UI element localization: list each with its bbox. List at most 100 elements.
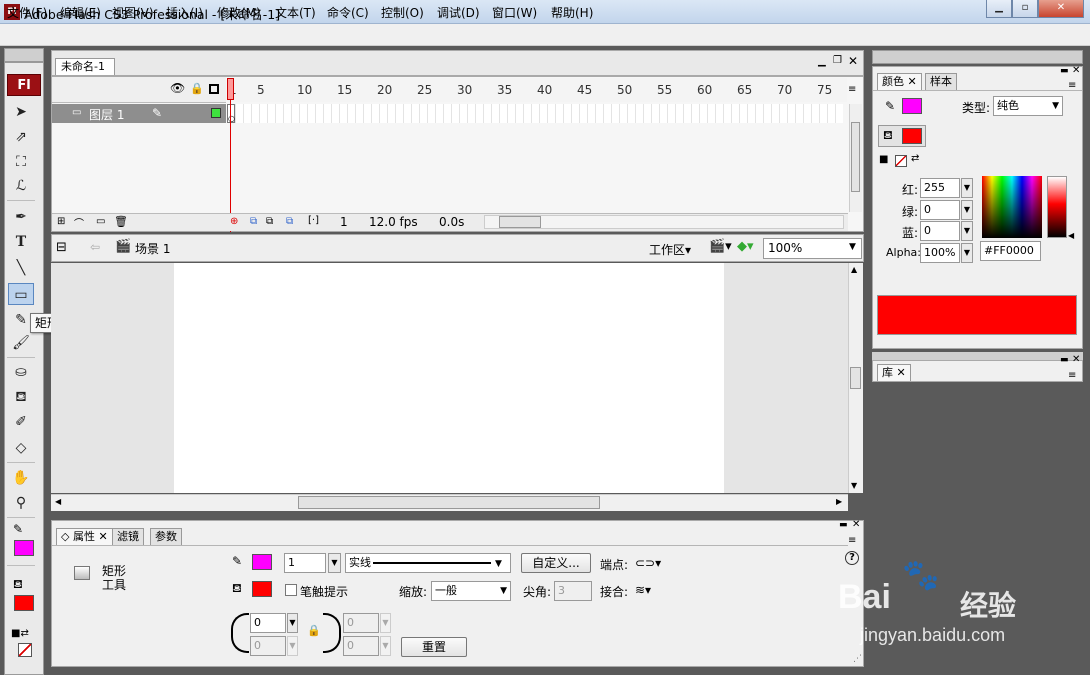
menu-modify[interactable]: 修改(M) — [217, 4, 261, 21]
tab-properties[interactable]: ◇ 属性 ✕ — [56, 528, 113, 545]
scale-select[interactable]: 一般 ▼ — [431, 581, 511, 601]
lock-icon[interactable]: 🔒 — [190, 82, 204, 95]
zoom-select[interactable]: 100% — [763, 238, 862, 259]
pen-tool[interactable]: ✒ — [8, 206, 34, 228]
menu-commands[interactable]: 命令(C) — [327, 4, 369, 21]
stroke-hinting-checkbox[interactable] — [285, 584, 297, 596]
keyframe-1[interactable]: ○ — [227, 104, 235, 123]
scroll-up-icon[interactable]: ▲ — [851, 265, 857, 274]
scene-name[interactable]: 场景 1 — [135, 240, 170, 257]
zoom-dropdown-icon[interactable]: ▼ — [849, 242, 856, 252]
default-colors-icon[interactable]: ■⇄ — [11, 628, 29, 639]
library-menu-icon[interactable]: ≡ — [1068, 370, 1076, 381]
minimize-button[interactable]: ▁ — [986, 0, 1012, 18]
doc-close-icon[interactable]: ✕ — [848, 54, 858, 68]
corner-bottom-left-input[interactable]: 0 — [250, 636, 286, 656]
stroke-color-swatch[interactable] — [14, 540, 34, 556]
join-style-select[interactable]: ≋▾ — [635, 583, 651, 597]
zoom-tool[interactable]: ⚲ — [8, 492, 34, 514]
timeline-vscroll-thumb[interactable] — [851, 122, 860, 192]
playhead[interactable] — [227, 78, 234, 100]
onion-skin-icon[interactable]: ⧉ — [250, 216, 257, 227]
doc-restore-icon[interactable]: ❐ — [833, 55, 842, 66]
modify-onion-markers-icon[interactable]: [·] — [308, 215, 319, 226]
eyedropper-tool[interactable]: ✐ — [8, 411, 34, 433]
tab-filters[interactable]: 滤镜 — [112, 528, 144, 545]
stage-canvas[interactable] — [174, 263, 724, 493]
color-panel-minimize-icon[interactable]: ▬ — [1060, 66, 1069, 76]
paint-bucket-tool[interactable]: ⛾ — [8, 386, 34, 408]
menu-debug[interactable]: 调试(D) — [437, 4, 480, 21]
brush-tool[interactable]: 🖌 — [8, 332, 34, 354]
black-white-icon[interactable]: ■ — [879, 154, 888, 165]
hex-input[interactable]: #FF0000 — [980, 241, 1041, 261]
no-color-icon[interactable] — [895, 155, 907, 167]
corner-top-left-input[interactable]: 0 — [250, 613, 286, 633]
menu-insert[interactable]: 插入(I) — [166, 4, 203, 21]
menu-edit[interactable]: 编辑(E) — [60, 4, 101, 21]
help-icon[interactable]: ? — [845, 551, 859, 565]
brightness-pointer-icon[interactable]: ◀ — [1068, 231, 1074, 240]
onion-outline-icon[interactable]: ⧉ — [266, 216, 273, 227]
menu-help[interactable]: 帮助(H) — [551, 4, 593, 21]
add-folder-icon[interactable]: ▭ — [96, 216, 105, 227]
rectangle-tool[interactable]: ▭ — [8, 283, 34, 305]
color-panel-stroke-swatch[interactable] — [902, 98, 922, 114]
props-close-icon[interactable]: ✕ — [852, 519, 860, 530]
corner-lock-icon[interactable]: 🔒 — [307, 624, 321, 637]
scroll-right-icon[interactable]: ▶ — [836, 497, 842, 506]
maximize-button[interactable]: ▫ — [1012, 0, 1038, 18]
layer-outline-color[interactable] — [211, 108, 221, 118]
stroke-height-input[interactable]: 1 — [284, 553, 326, 573]
stage-vscroll-thumb[interactable] — [850, 367, 861, 389]
selection-tool[interactable]: ➤ — [8, 101, 34, 123]
timeline-menu-icon[interactable]: ≡ — [848, 84, 856, 95]
props-minimize-icon[interactable]: ▬ — [839, 520, 848, 530]
red-input[interactable]: 255 — [920, 178, 960, 198]
menu-text[interactable]: 文本(T) — [275, 4, 316, 21]
props-fill-color[interactable] — [252, 581, 272, 597]
menu-view[interactable]: 视图(V) — [112, 4, 154, 21]
scroll-down-icon[interactable]: ▼ — [851, 481, 857, 490]
brightness-slider[interactable] — [1047, 176, 1067, 238]
alpha-spinner[interactable]: ▼ — [961, 243, 973, 263]
red-spinner[interactable]: ▼ — [961, 178, 973, 198]
cap-style-select[interactable]: ⊂⊃▾ — [635, 556, 661, 570]
timeline-hscroll-thumb[interactable] — [499, 216, 541, 228]
blue-spinner[interactable]: ▼ — [961, 221, 973, 241]
add-layer-icon[interactable]: ⊞ — [57, 216, 65, 227]
center-frame-icon[interactable]: ⊕ — [230, 216, 238, 227]
fill-color-swatch[interactable] — [14, 595, 34, 611]
miter-input[interactable]: 3 — [554, 581, 592, 601]
stage-hscroll-thumb[interactable] — [298, 496, 600, 509]
edit-multiple-frames-icon[interactable]: ⧉ — [286, 216, 293, 227]
library-close-icon[interactable]: ✕ — [1072, 354, 1080, 365]
tab-color[interactable]: 颜色 ✕ — [877, 73, 922, 90]
lasso-tool[interactable]: ℒ — [8, 175, 34, 197]
back-arrow-icon[interactable]: ⇦ — [90, 240, 100, 254]
corner-bottom-right-input[interactable]: 0 — [343, 636, 379, 656]
reset-corners-button[interactable]: 重置 — [401, 637, 467, 657]
stroke-height-spinner[interactable]: ▼ — [328, 553, 341, 573]
blue-input[interactable]: 0 — [920, 221, 960, 241]
add-motion-guide-icon[interactable]: ⌒ — [74, 215, 84, 230]
color-panel-close-icon[interactable]: ✕ — [1072, 65, 1080, 76]
props-menu-icon[interactable]: ≡ — [848, 535, 856, 546]
green-spinner[interactable]: ▼ — [961, 200, 973, 220]
corner-top-right-spinner[interactable]: ▼ — [380, 613, 391, 633]
stroke-style-select[interactable]: 实线 ▼ — [345, 553, 511, 573]
workspace-menu[interactable]: 工作区▾ — [649, 241, 691, 258]
outline-icon[interactable] — [209, 84, 219, 94]
document-tab[interactable]: 未命名-1 — [55, 58, 115, 75]
text-tool[interactable]: T — [8, 231, 34, 253]
color-panel-fill-swatch[interactable] — [902, 128, 922, 144]
alpha-input[interactable]: 100% — [920, 243, 960, 263]
no-color-icon[interactable] — [18, 643, 32, 657]
ink-bottle-tool[interactable]: ⛀ — [8, 361, 34, 383]
corner-bottom-left-spinner[interactable]: ▼ — [287, 636, 298, 656]
eraser-tool[interactable]: ◇ — [8, 437, 34, 459]
tab-parameters[interactable]: 参数 — [150, 528, 182, 545]
custom-stroke-button[interactable]: 自定义... — [521, 553, 591, 573]
doc-minimize-icon[interactable]: ▁ — [818, 56, 826, 67]
line-tool[interactable]: ╲ — [8, 257, 34, 279]
